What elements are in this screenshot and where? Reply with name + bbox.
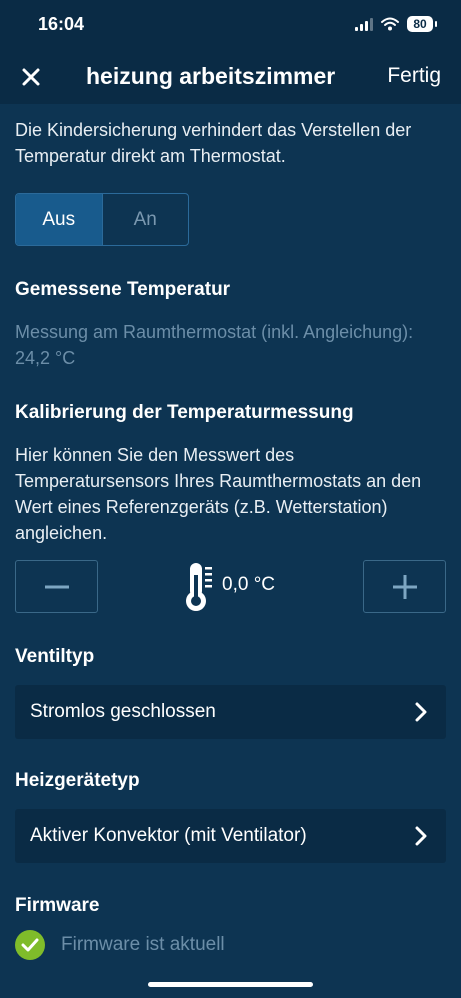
check-icon (15, 930, 45, 960)
calibration-value: 0,0 °C (222, 574, 276, 595)
child-lock-on-option[interactable]: An (103, 194, 189, 245)
valve-type-select[interactable]: Stromlos geschlossen (15, 685, 446, 739)
firmware-title: Firmware (15, 895, 100, 916)
thermometer-icon (186, 563, 212, 611)
status-time: 16:04 (38, 14, 85, 34)
valve-type-title: Ventiltyp (15, 646, 95, 667)
close-button[interactable] (14, 60, 48, 94)
firmware-status-row: Firmware ist aktuell (15, 930, 225, 960)
home-indicator (148, 982, 313, 987)
chevron-right-icon (415, 702, 427, 722)
close-icon (22, 68, 40, 86)
wifi-icon (381, 17, 399, 31)
minus-icon (44, 585, 69, 588)
page-title: heizung arbeitszimmer (86, 63, 336, 89)
child-lock-toggle: Aus An (15, 193, 189, 246)
heater-type-value: Aktiver Konvektor (mit Ventilator) (30, 825, 307, 846)
header: heizung arbeitszimmer Fertig (0, 50, 461, 104)
valve-type-value: Stromlos geschlossen (30, 701, 216, 722)
firmware-status: Firmware ist aktuell (61, 934, 225, 955)
heater-type-select[interactable]: Aktiver Konvektor (mit Ventilator) (15, 809, 446, 863)
chevron-right-icon (415, 826, 427, 846)
signal-icon (355, 17, 373, 31)
measured-temperature-title: Gemessene Temperatur (15, 279, 231, 300)
battery-icon: 80 (407, 16, 433, 32)
status-icons: 80 (355, 15, 437, 33)
measured-temperature-text: Messung am Raumthermostat (inkl. Angleic… (15, 322, 414, 368)
child-lock-off-option[interactable]: Aus (16, 194, 103, 245)
decrease-calibration-button[interactable] (15, 560, 98, 613)
child-lock-description: Die Kindersicherung verhindert das Verst… (15, 120, 412, 166)
heater-type-title: Heizgerätetyp (15, 770, 140, 791)
calibration-description: Hier können Sie den Messwert des Tempera… (15, 445, 422, 543)
done-button[interactable]: Fertig (387, 64, 441, 88)
calibration-title: Kalibrierung der Temperaturmessung (15, 402, 354, 423)
increase-calibration-button[interactable] (363, 560, 446, 613)
screen: 16:04 80 heizung arbeitszimmer Fertig Di… (0, 0, 461, 998)
status-bar: 16:04 80 (0, 0, 461, 50)
plus-icon (392, 574, 417, 599)
battery-tip (435, 21, 437, 27)
